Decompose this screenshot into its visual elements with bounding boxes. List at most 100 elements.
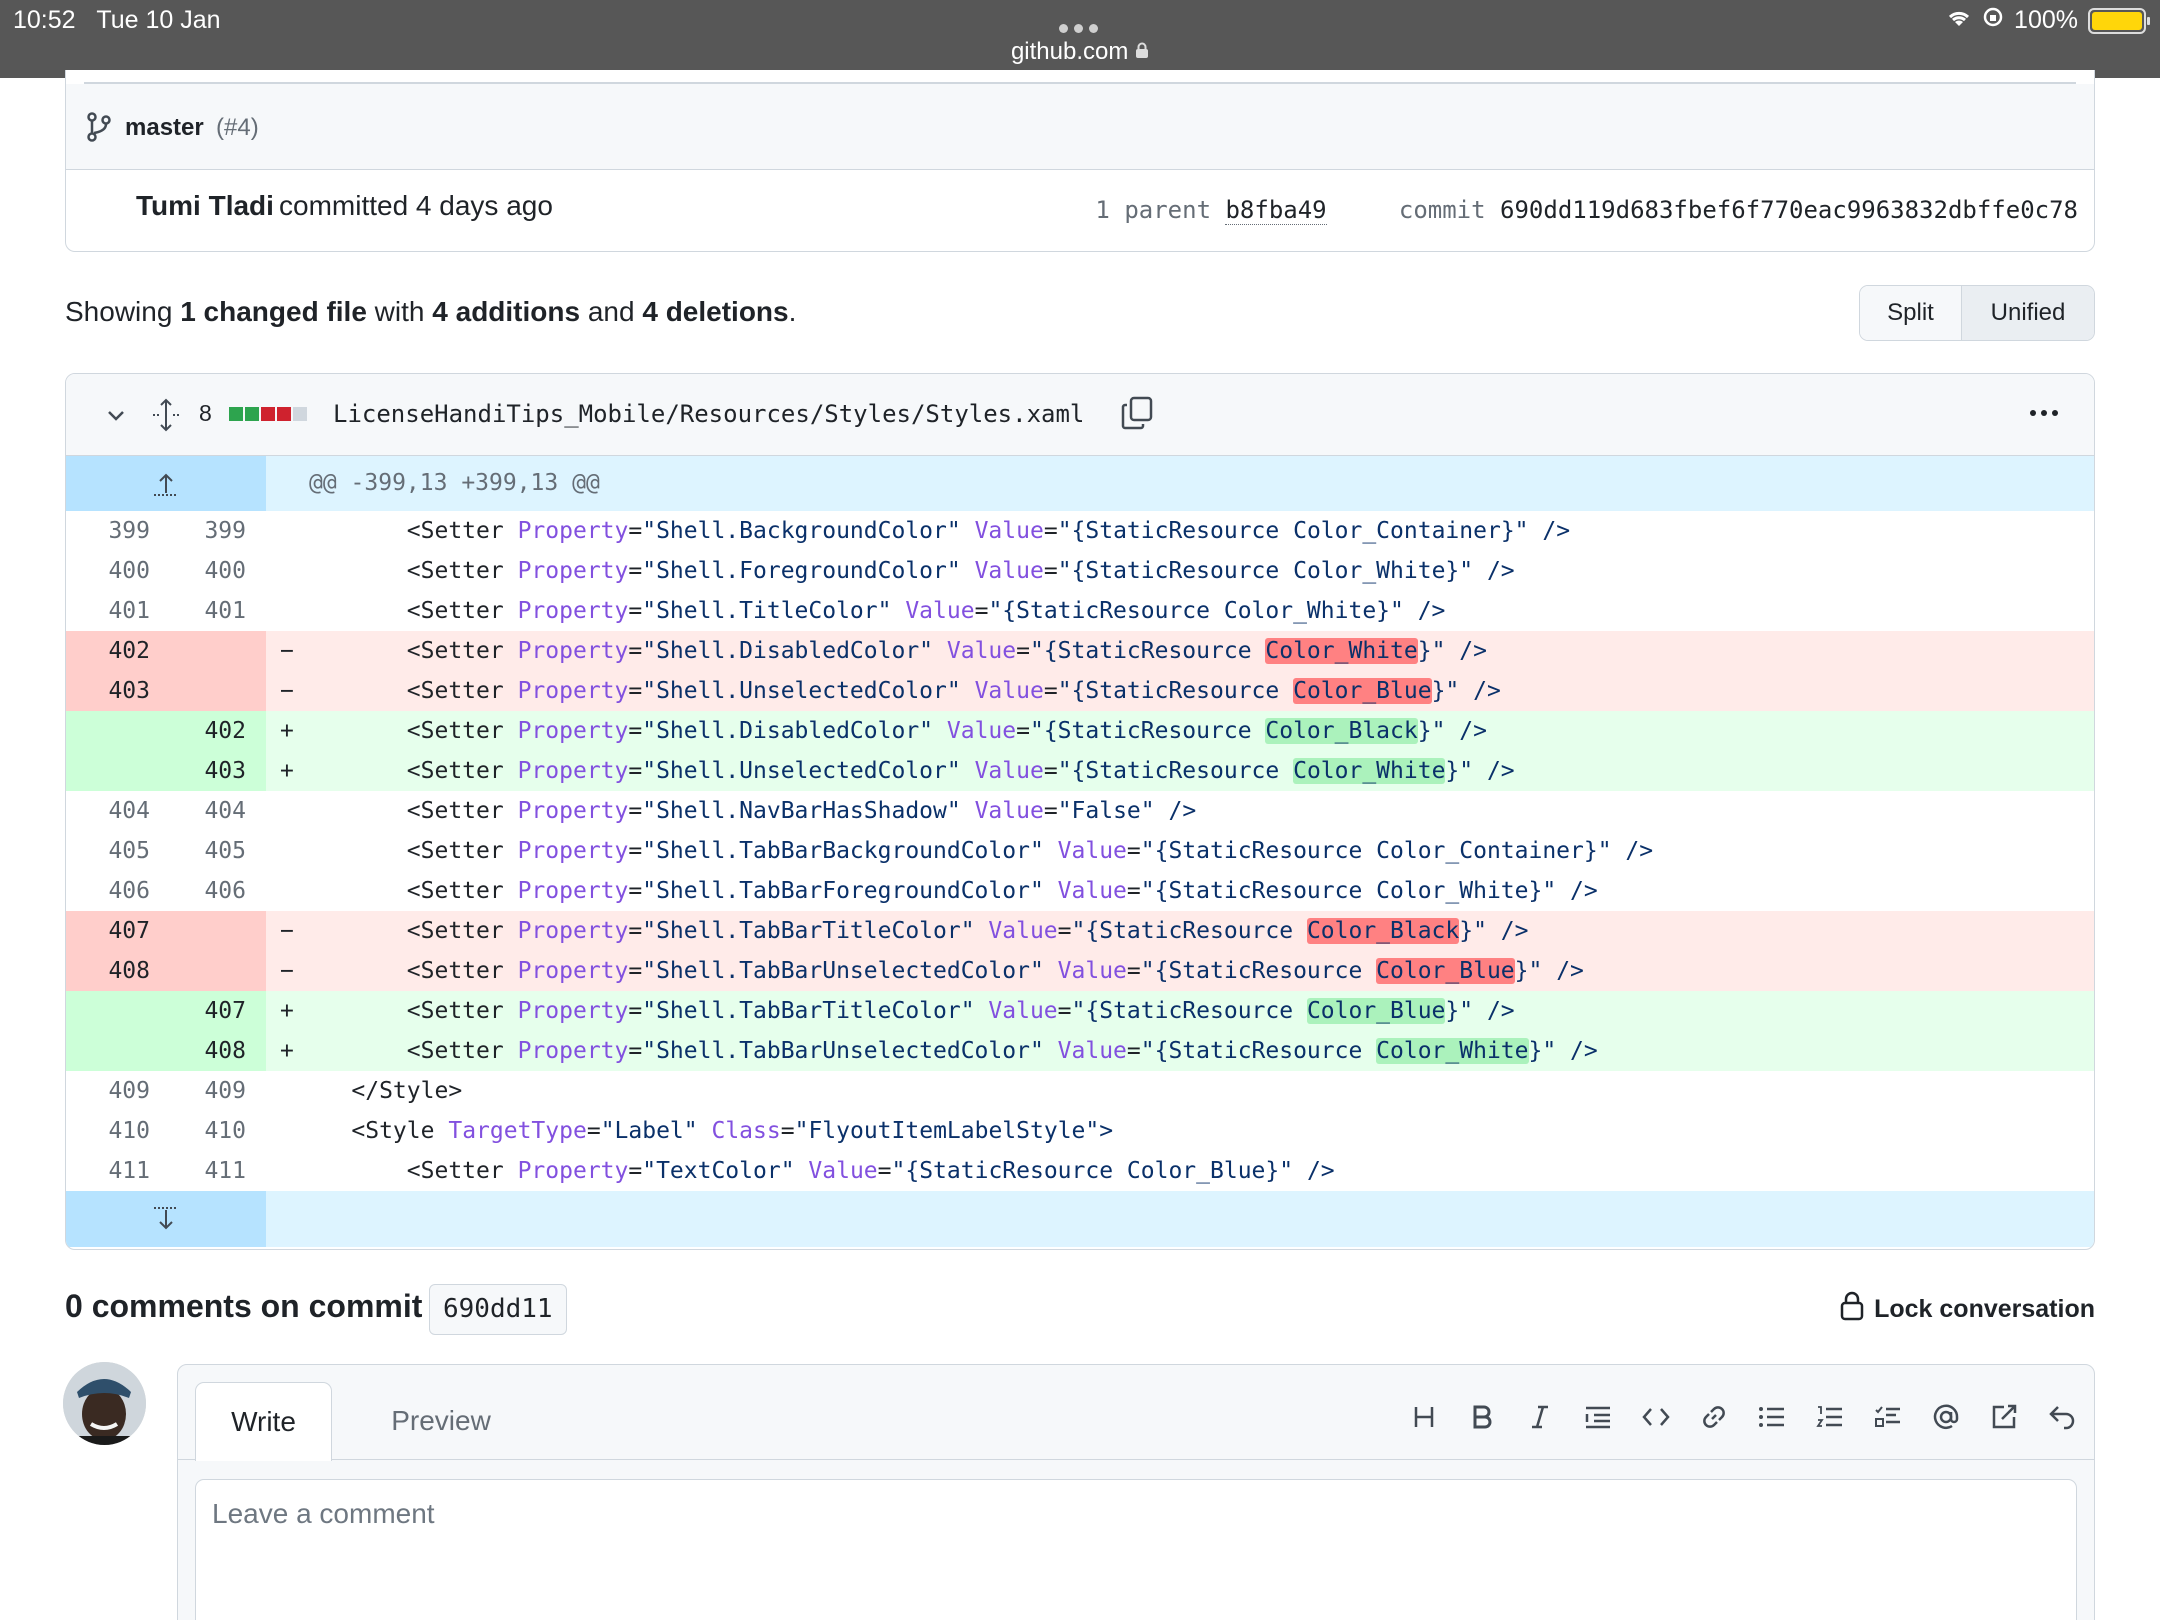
new-line-number[interactable] xyxy=(166,671,266,711)
old-line-number[interactable] xyxy=(66,1031,166,1071)
new-line-number[interactable]: 399 xyxy=(166,511,266,551)
new-line-number[interactable]: 401 xyxy=(166,591,266,631)
tab-write[interactable]: Write xyxy=(195,1382,332,1461)
changed-files-link[interactable]: 1 changed file xyxy=(180,296,367,327)
old-line-number[interactable]: 411 xyxy=(66,1151,166,1191)
mention-icon[interactable] xyxy=(1928,1399,1964,1435)
chevron-down-icon[interactable] xyxy=(104,404,128,433)
split-button[interactable]: Split xyxy=(1860,286,1962,340)
new-line-number[interactable] xyxy=(166,951,266,991)
cross-reference-icon[interactable] xyxy=(1986,1399,2022,1435)
tab-preview[interactable]: Preview xyxy=(371,1382,511,1460)
new-line-number[interactable]: 400 xyxy=(166,551,266,591)
unordered-list-icon[interactable] xyxy=(1754,1399,1790,1435)
diff-sign: + xyxy=(280,1038,294,1064)
old-line-number[interactable]: 404 xyxy=(66,791,166,831)
new-line-number[interactable]: 411 xyxy=(166,1151,266,1191)
new-line-number[interactable]: 408 xyxy=(166,1031,266,1071)
diff-line-ctx: 411 411 <Setter Property="TextColor" Valu… xyxy=(66,1151,2094,1191)
new-line-number[interactable]: 410 xyxy=(166,1111,266,1151)
old-line-number[interactable]: 410 xyxy=(66,1111,166,1151)
code-pre: "{StaticResource xyxy=(1071,998,1307,1024)
heading-icon[interactable] xyxy=(1406,1399,1442,1435)
file-path[interactable]: LicenseHandiTips_Mobile/Resources/Styles… xyxy=(333,400,1084,428)
code-hl: Color_Blue xyxy=(1376,958,1515,984)
new-line-number[interactable]: 406 xyxy=(166,871,266,911)
code-a1: Property xyxy=(517,638,629,664)
kebab-menu-icon[interactable] xyxy=(2030,410,2058,416)
old-line-number[interactable]: 402 xyxy=(66,631,166,671)
lock-conversation-button[interactable]: Lock conversation xyxy=(1840,1291,2095,1328)
task-list-icon[interactable] xyxy=(1870,1399,1906,1435)
code-v1: "Shell.TabBarBackgroundColor" xyxy=(642,838,1044,864)
url-text: github.com xyxy=(1010,38,1129,65)
code-a2: Value xyxy=(1057,838,1127,864)
new-line-number[interactable]: 404 xyxy=(166,791,266,831)
new-line-number[interactable]: 409 xyxy=(166,1071,266,1111)
reply-icon[interactable] xyxy=(2044,1399,2080,1435)
old-line-number[interactable]: 405 xyxy=(66,831,166,871)
expand-all-icon[interactable] xyxy=(151,398,181,437)
more-dots-icon[interactable] xyxy=(1056,20,1101,38)
address-bar[interactable]: github.com xyxy=(0,38,2160,66)
bold-icon[interactable] xyxy=(1464,1399,1500,1435)
new-line-number[interactable]: 402 xyxy=(166,711,266,751)
code-text: </Style> xyxy=(296,1071,2094,1111)
old-line-number[interactable]: 403 xyxy=(66,671,166,711)
branch-link[interactable]: master xyxy=(125,114,204,142)
unified-button[interactable]: Unified xyxy=(1962,286,2094,340)
code-pre: "{StaticResource xyxy=(1029,638,1266,664)
code-post: }" /> xyxy=(1445,558,1515,584)
italic-icon[interactable] xyxy=(1522,1399,1558,1435)
old-line-number[interactable]: 408 xyxy=(66,951,166,991)
old-line-number[interactable] xyxy=(66,711,166,751)
diff-sign xyxy=(266,1071,296,1111)
comment-textarea[interactable]: Leave a comment xyxy=(195,1479,2077,1620)
old-line-number[interactable]: 400 xyxy=(66,551,166,591)
code-icon[interactable] xyxy=(1638,1399,1674,1435)
link-icon[interactable] xyxy=(1696,1399,1732,1435)
new-line-number[interactable]: 403 xyxy=(166,751,266,791)
parent-sha-link[interactable]: b8fba49 xyxy=(1225,196,1327,225)
code-hl: Color_White xyxy=(1293,758,1446,784)
old-line-number[interactable] xyxy=(66,991,166,1031)
ordered-list-icon[interactable] xyxy=(1812,1399,1848,1435)
new-line-number[interactable] xyxy=(166,631,266,671)
code-a1: Property xyxy=(517,718,629,744)
old-line-number[interactable]: 406 xyxy=(66,871,166,911)
code-tag: <Setter xyxy=(406,958,504,984)
old-line-number[interactable]: 401 xyxy=(66,591,166,631)
diff-sign: − xyxy=(280,678,294,704)
quote-icon[interactable] xyxy=(1580,1399,1616,1435)
old-line-number[interactable]: 407 xyxy=(66,911,166,951)
code-tag: <Setter xyxy=(406,638,504,664)
code-post: }" /> xyxy=(1459,918,1529,944)
diff-line-del: 408 − <Setter Property="Shell.TabBarUnsel… xyxy=(66,951,2094,991)
diff-sign xyxy=(266,871,296,911)
new-line-number[interactable]: 405 xyxy=(166,831,266,871)
avatar[interactable] xyxy=(63,1362,146,1445)
code-v1: "Shell.TitleColor" xyxy=(642,598,892,624)
diff-sign xyxy=(266,551,296,591)
expand-down-icon[interactable] xyxy=(66,1191,266,1247)
old-line-number[interactable] xyxy=(66,751,166,791)
old-line-number[interactable]: 399 xyxy=(66,511,166,551)
copy-icon[interactable] xyxy=(1121,396,1153,435)
expand-up-icon[interactable] xyxy=(66,456,266,511)
diff-line-ctx: 401 401 <Setter Property="Shell.TitleColo… xyxy=(66,591,2094,631)
code-pre: "{StaticResource xyxy=(1029,718,1266,744)
author-link[interactable]: Tumi Tladi xyxy=(136,190,274,222)
new-line-number[interactable]: 407 xyxy=(166,991,266,1031)
battery-percent: 100% xyxy=(2014,6,2078,34)
pr-link[interactable]: (#4) xyxy=(216,114,259,142)
wifi-icon xyxy=(1946,6,1972,35)
comment-editor: Write Preview Leave a comment xyxy=(177,1364,2095,1620)
new-line-number[interactable] xyxy=(166,911,266,951)
old-line-number[interactable]: 409 xyxy=(66,1071,166,1111)
diff-view-toggle: Split Unified xyxy=(1859,285,2095,341)
code-a1: Property xyxy=(517,758,629,784)
